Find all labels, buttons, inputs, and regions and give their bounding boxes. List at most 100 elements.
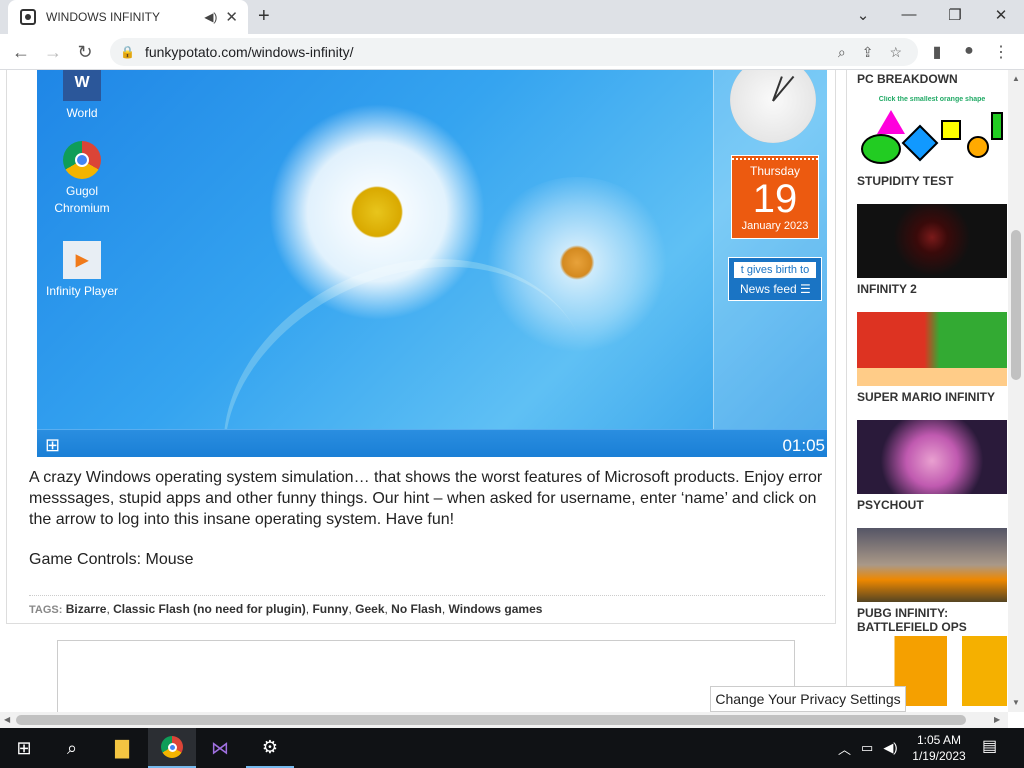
thumb-caption: Click the smallest orange shape: [878, 96, 986, 103]
calendar-gadget[interactable]: Thursday 19 January 2023: [731, 155, 819, 239]
thumb-stupidity-test[interactable]: Click the smallest orange shape: [857, 96, 1007, 170]
scroll-left-arrow-icon[interactable]: ◀: [4, 715, 10, 724]
game-card-pc-breakdown[interactable]: PC BREAKDOWN: [857, 70, 1007, 86]
search-icon[interactable]: ⌕: [838, 44, 846, 61]
comments-box: [57, 640, 795, 712]
scroll-down-arrow-icon[interactable]: ▼: [1012, 698, 1020, 707]
news-feed-gadget[interactable]: t gives birth to News feed ☰: [728, 257, 822, 301]
daisy-large: [247, 97, 507, 327]
network-icon[interactable]: ▭: [861, 740, 873, 756]
taskbar-time: 1:05 AM: [916, 733, 962, 747]
chromium-icon: [63, 141, 101, 179]
horizontal-scroll-thumb[interactable]: [16, 715, 966, 725]
windows-taskbar: ⊞ ⌕ ▇ ⋈ ⚙ ︿ ▭ ◀) 1:05 AM 1/19/2023 ▤: [0, 728, 1024, 768]
tab-bar: WINDOWS INFINITY ◀) ✕ + ⌄ — ❐ ✕: [0, 0, 1024, 34]
thumb-psychout[interactable]: [857, 420, 1007, 494]
tag-classic-flash[interactable]: Classic Flash (no need for plugin): [113, 602, 306, 616]
game-title[interactable]: SUPER MARIO INFINITY: [857, 390, 1007, 404]
desktop-icon-label: World: [66, 106, 98, 120]
scroll-right-arrow-icon[interactable]: ▶: [994, 715, 1000, 724]
taskbar-clock[interactable]: 1:05 AM 1/19/2023: [904, 732, 974, 764]
thumb-pubg-infinity[interactable]: [857, 528, 1007, 602]
volume-icon[interactable]: ◀): [883, 740, 897, 756]
tab-search-chevron-down-icon[interactable]: ⌄: [851, 6, 875, 24]
game-title[interactable]: INFINITY 2: [857, 282, 1007, 296]
desktop-icon-label: Gugol Chromium: [54, 184, 110, 215]
share-icon[interactable]: ⇪: [862, 44, 874, 61]
game-title[interactable]: PC BREAKDOWN: [857, 72, 1007, 86]
address-bar[interactable]: 🔒 funkypotato.com/windows-infinity/ ⌕ ⇪ …: [110, 38, 918, 66]
privacy-settings-button[interactable]: Change Your Privacy Settings: [710, 686, 906, 712]
calendar-month-year: January 2023: [741, 220, 809, 232]
chrome-taskbar-icon[interactable]: [148, 728, 196, 768]
game-title[interactable]: PUBG INFINITY: BATTLEFIELD OPS: [857, 606, 1007, 634]
back-button[interactable]: ←: [10, 41, 32, 63]
game-card: W World Gugol Chromium ▶ Infinity Player…: [6, 70, 836, 624]
tab-windows-infinity[interactable]: WINDOWS INFINITY ◀) ✕: [8, 0, 248, 34]
game-canvas[interactable]: W World Gugol Chromium ▶ Infinity Player…: [37, 70, 827, 457]
chevron-up-icon[interactable]: ︿: [838, 739, 851, 758]
bookmark-star-icon[interactable]: ☆: [889, 44, 902, 61]
game-taskbar: ⊞ 01:05: [37, 429, 827, 457]
side-panel-icon[interactable]: ▮: [926, 42, 948, 62]
reload-button[interactable]: ↻: [74, 41, 96, 63]
related-games-sidebar: PC BREAKDOWN Click the smallest orange s…: [846, 70, 1008, 712]
taskbar-date: 1/19/2023: [912, 749, 966, 763]
desktop-icon-infinity-player[interactable]: ▶ Infinity Player: [42, 241, 122, 300]
tags-label: TAGS:: [29, 604, 63, 616]
lock-icon[interactable]: 🔒: [120, 45, 135, 59]
calendar-day: 19: [752, 177, 798, 221]
new-tab-button[interactable]: +: [258, 6, 270, 26]
daisy-small: [477, 177, 677, 367]
favicon-icon: [20, 9, 36, 25]
speaker-icon[interactable]: ◀): [204, 10, 217, 24]
game-card-psychout[interactable]: PSYCHOUT: [857, 420, 1007, 512]
game-card-infinity-2[interactable]: INFINITY 2: [857, 204, 1007, 296]
close-tab-icon[interactable]: ✕: [225, 10, 238, 25]
tag-funny[interactable]: Funny: [312, 602, 348, 616]
thumb-infinity-2[interactable]: [857, 204, 1007, 278]
game-title[interactable]: PSYCHOUT: [857, 498, 1007, 512]
visual-studio-icon[interactable]: ⋈: [196, 728, 244, 768]
rss-icon: ☰: [800, 282, 811, 296]
thumb-super-mario-infinity[interactable]: [857, 312, 1007, 386]
scroll-up-arrow-icon[interactable]: ▲: [1012, 74, 1020, 83]
game-card-stupidity-test[interactable]: Click the smallest orange shape STUPIDIT…: [857, 96, 1007, 188]
file-explorer-icon[interactable]: ▇: [98, 728, 146, 768]
settings-gear-icon[interactable]: ⚙: [246, 728, 294, 768]
page-viewport: W World Gugol Chromium ▶ Infinity Player…: [0, 70, 1008, 712]
notification-icon[interactable]: ▤: [982, 736, 997, 756]
start-button-icon[interactable]: ⊞: [0, 728, 48, 768]
close-window-button[interactable]: ✕: [989, 6, 1013, 24]
game-title[interactable]: STUPIDITY TEST: [857, 174, 1007, 188]
game-controls: Game Controls: Mouse: [29, 551, 194, 568]
tag-bizarre[interactable]: Bizarre: [66, 602, 107, 616]
vertical-scroll-thumb[interactable]: [1011, 230, 1021, 380]
game-card-super-mario-infinity[interactable]: SUPER MARIO INFINITY: [857, 312, 1007, 404]
url-text[interactable]: funkypotato.com/windows-infinity/: [145, 44, 838, 60]
menu-kebab-icon[interactable]: ⋮: [990, 42, 1012, 62]
desktop-icon-world[interactable]: W World: [42, 70, 122, 122]
calendar-weekday: Thursday: [749, 164, 801, 178]
search-icon[interactable]: ⌕: [48, 728, 96, 768]
restore-button[interactable]: ❐: [943, 6, 967, 24]
tab-title: WINDOWS INFINITY: [46, 10, 160, 24]
desktop-icon-gugol-chromium[interactable]: Gugol Chromium: [42, 141, 122, 217]
game-description: A crazy Windows operating system simulat…: [29, 469, 823, 528]
tag-no-flash[interactable]: No Flash: [391, 602, 442, 616]
windows-start-icon[interactable]: ⊞: [45, 435, 60, 456]
news-feed-label: News feed: [740, 282, 797, 296]
vertical-scrollbar[interactable]: ▲ ▼: [1008, 70, 1024, 712]
tag-windows-games[interactable]: Windows games: [449, 602, 543, 616]
profile-avatar-icon[interactable]: ●: [958, 42, 980, 60]
minimize-button[interactable]: —: [897, 6, 921, 23]
system-tray: ︿ ▭ ◀): [838, 728, 908, 768]
media-player-icon: ▶: [63, 241, 101, 279]
tag-geek[interactable]: Geek: [355, 602, 384, 616]
calendar-rings: [732, 156, 818, 160]
browser-toolbar: ← → ↻ 🔒 funkypotato.com/windows-infinity…: [0, 34, 1024, 70]
game-card-pubg-infinity[interactable]: PUBG INFINITY: BATTLEFIELD OPS: [857, 528, 1007, 634]
game-clock: 01:05: [782, 436, 825, 455]
horizontal-scrollbar[interactable]: ◀ ▶: [0, 712, 1008, 728]
forward-button[interactable]: →: [42, 41, 64, 63]
